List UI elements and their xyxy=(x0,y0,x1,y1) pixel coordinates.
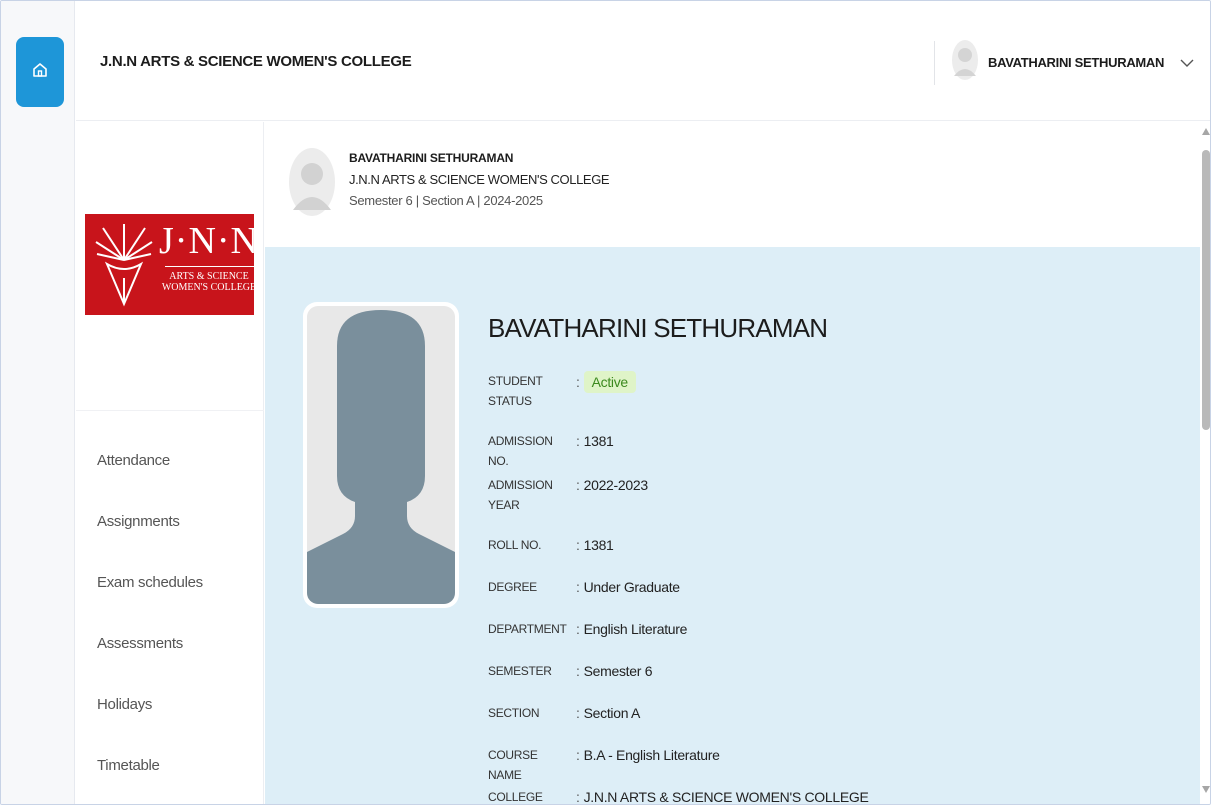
field-label: DEPARTMENT xyxy=(488,622,567,636)
field-value: 2022-2023 xyxy=(583,477,649,493)
scroll-up-arrow-icon[interactable] xyxy=(1202,128,1210,135)
profile-college: J.N.N ARTS & SCIENCE WOMEN'S COLLEGE xyxy=(349,172,610,187)
field-label: ROLL NO. xyxy=(488,538,542,552)
field-label: COLLEGE xyxy=(488,790,543,804)
header-divider xyxy=(934,41,935,85)
home-icon xyxy=(31,61,49,84)
field-value: 1381 xyxy=(583,537,614,553)
user-menu[interactable]: BAVATHARINI SETHURAMAN xyxy=(952,39,1194,85)
field-value: B.A - English Literature xyxy=(583,747,720,763)
home-button[interactable] xyxy=(16,37,64,107)
scroll-thumb[interactable] xyxy=(1202,150,1210,430)
field-value: English Literature xyxy=(583,621,688,637)
main-content: BAVATHARINI SETHURAMAN J.N.N ARTS & SCIE… xyxy=(265,122,1200,805)
college-title: J.N.N ARTS & SCIENCE WOMEN'S COLLEGE xyxy=(100,53,412,70)
status-badge: Active xyxy=(583,371,636,393)
profile-name: BAVATHARINI SETHURAMAN xyxy=(349,151,514,165)
vertical-scrollbar[interactable] xyxy=(1200,122,1210,804)
field-label: DEGREE xyxy=(488,580,537,594)
field-label: ADMISSION YEAR xyxy=(488,478,553,512)
field-label: SEMESTER xyxy=(488,664,552,678)
user-avatar xyxy=(952,39,978,85)
sidebar-item-exam-schedules[interactable]: Exam schedules xyxy=(97,574,203,635)
person-silhouette-icon xyxy=(307,310,455,604)
field-label: ADMISSION NO. xyxy=(488,434,553,468)
field-value: Semester 6 xyxy=(583,663,653,679)
sidebar-item-assignments[interactable]: Assignments xyxy=(97,513,203,574)
sidebar: J·N·N ARTS & SCIENCE WOMEN'S COLLEGE Att… xyxy=(76,122,264,804)
profile-avatar xyxy=(289,148,335,221)
user-name: BAVATHARINI SETHURAMAN xyxy=(988,54,1165,70)
student-photo xyxy=(303,302,459,608)
scroll-down-arrow-icon[interactable] xyxy=(1202,786,1210,793)
sidebar-item-attendance[interactable]: Attendance xyxy=(97,452,203,513)
sidebar-item-timetable[interactable]: Timetable xyxy=(97,757,203,804)
sidebar-item-assessments[interactable]: Assessments xyxy=(97,635,203,696)
chevron-down-icon[interactable] xyxy=(1180,55,1194,73)
field-label: SECTION xyxy=(488,706,540,720)
sidebar-item-holidays[interactable]: Holidays xyxy=(97,696,203,757)
field-value: Under Graduate xyxy=(583,579,681,595)
college-logo: J·N·N ARTS & SCIENCE WOMEN'S COLLEGE xyxy=(85,214,258,315)
field-label: STUDENT STATUS xyxy=(488,374,543,408)
sidebar-nav: Attendance Assignments Exam schedules As… xyxy=(97,452,203,804)
pen-nib-emblem-icon xyxy=(95,224,153,307)
student-name: BAVATHARINI SETHURAMAN xyxy=(488,313,828,343)
profile-meta: Semester 6 | Section A | 2024-2025 xyxy=(349,193,543,208)
sidebar-divider xyxy=(76,410,264,411)
icon-rail xyxy=(1,1,75,804)
student-detail-panel: BAVATHARINI SETHURAMAN STUDENT STATUS :A… xyxy=(265,247,1200,805)
profile-summary-text: BAVATHARINI SETHURAMAN J.N.N ARTS & SCIE… xyxy=(349,148,610,211)
app-window: J.N.N ARTS & SCIENCE WOMEN'S COLLEGE BAV… xyxy=(0,0,1211,805)
field-value: Section A xyxy=(583,705,641,721)
profile-summary: BAVATHARINI SETHURAMAN J.N.N ARTS & SCIE… xyxy=(265,122,1200,247)
logo-wordmark: J·N·N ARTS & SCIENCE WOMEN'S COLLEGE xyxy=(159,220,259,293)
field-label: COURSE NAME xyxy=(488,748,538,782)
top-header: J.N.N ARTS & SCIENCE WOMEN'S COLLEGE BAV… xyxy=(76,1,1210,121)
field-value: J.N.N ARTS & SCIENCE WOMEN'S COLLEGE xyxy=(583,789,869,805)
field-value: 1381 xyxy=(583,433,614,449)
